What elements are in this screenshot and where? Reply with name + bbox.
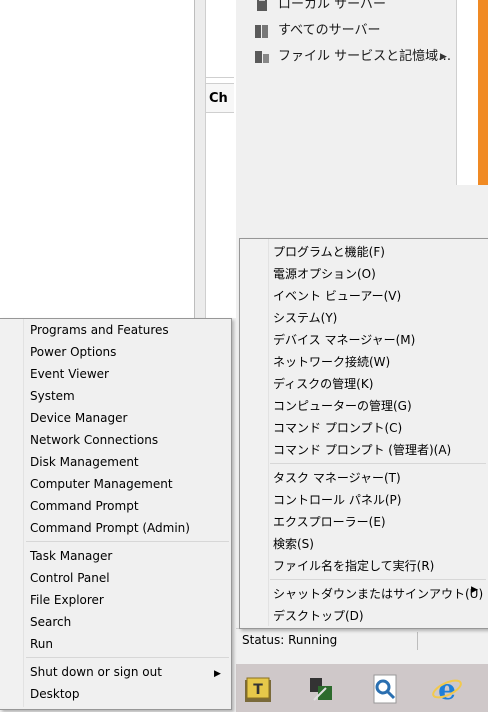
en-submenu-arrow-icon: ▶	[214, 669, 221, 679]
jp_menu-item[interactable]: コマンド プロンプト(C)	[273, 417, 402, 439]
en_menu-item[interactable]: Programs and Features	[30, 319, 169, 341]
jp_menu-item[interactable]: 電源オプション(O)	[273, 263, 376, 285]
en-menu-gutter	[0, 319, 24, 707]
en_menu-item[interactable]: Device Manager	[30, 407, 127, 429]
jp_menu-separator	[270, 579, 486, 580]
en_menu-item[interactable]: Network Connections	[30, 429, 158, 451]
jp_menu-item[interactable]: デスクトップ(D)	[273, 605, 364, 627]
status-divider	[417, 632, 418, 650]
details-pane	[205, 0, 236, 318]
column-header[interactable]: Ch	[206, 83, 234, 113]
en_menu-item[interactable]: Power Options	[30, 341, 116, 363]
jp_menu-item[interactable]: ファイル名を指定して実行(R)	[273, 555, 434, 577]
en_menu-item[interactable]: Search	[30, 611, 71, 633]
server-icon	[257, 0, 267, 11]
en_menu-item[interactable]: Task Manager	[30, 545, 112, 567]
nav-item-file-services[interactable]: ファイル サービスと記憶域…	[278, 46, 451, 68]
jp_menu-item[interactable]: コントロール パネル(P)	[273, 489, 401, 511]
internet-explorer-icon[interactable]: e	[430, 672, 464, 706]
jp_menu-item[interactable]: シャットダウンまたはサインアウト(U)	[273, 583, 483, 605]
en_menu-item[interactable]: Disk Management	[30, 451, 139, 473]
submenu-arrow-icon: ▶	[440, 52, 447, 62]
search-magnifier-icon[interactable]	[368, 672, 402, 706]
status-text: Status: Running	[242, 633, 338, 647]
en_menu-item[interactable]: Desktop	[30, 683, 80, 705]
jp_menu-item[interactable]: イベント ビューアー(V)	[273, 285, 401, 307]
en_menu-item[interactable]: Event Viewer	[30, 363, 109, 385]
jp_menu-item[interactable]: システム(Y)	[273, 307, 337, 329]
jp-menu-gutter	[240, 239, 269, 626]
pane-divider[interactable]	[195, 0, 205, 318]
en_menu-item[interactable]: Run	[30, 633, 53, 655]
en_menu-item[interactable]: Control Panel	[30, 567, 110, 589]
jp_menu-item[interactable]: 検索(S)	[273, 533, 314, 555]
notepad-icon[interactable]: T	[241, 672, 275, 706]
file-services-icon	[255, 51, 269, 63]
en_menu-item[interactable]: System	[30, 385, 75, 407]
accent-band	[478, 0, 488, 185]
servers-icon	[255, 25, 268, 38]
jp_menu-item[interactable]: コンピューターの管理(G)	[273, 395, 412, 417]
en_menu-item[interactable]: Command Prompt	[30, 495, 139, 517]
en_menu-item[interactable]: File Explorer	[30, 589, 104, 611]
jp_menu-item[interactable]: ディスクの管理(K)	[273, 373, 373, 395]
left-pane	[0, 0, 195, 318]
jp_menu-separator	[270, 463, 486, 464]
jp_menu-item[interactable]: デバイス マネージャー(M)	[273, 329, 415, 351]
en_menu-separator	[26, 657, 229, 658]
en_menu-item[interactable]: Command Prompt (Admin)	[30, 517, 190, 539]
jp_menu-item[interactable]: ネットワーク接続(W)	[273, 351, 390, 373]
en_menu-item[interactable]: Shut down or sign out	[30, 661, 162, 683]
en_menu-separator	[26, 541, 229, 542]
jp_menu-item[interactable]: エクスプローラー(E)	[273, 511, 386, 533]
en_menu-item[interactable]: Computer Management	[30, 473, 173, 495]
nav-item-local-server[interactable]: ローカル サーバー	[278, 0, 386, 16]
network-transfer-icon[interactable]	[304, 672, 338, 706]
pane-rule	[206, 77, 234, 78]
jp-submenu-arrow-icon: ▶	[471, 585, 478, 595]
jp_menu-item[interactable]: タスク マネージャー(T)	[273, 467, 401, 489]
jp_menu-item[interactable]: プログラムと機能(F)	[273, 241, 385, 263]
jp_menu-item[interactable]: コマンド プロンプト (管理者)(A)	[273, 439, 451, 461]
svg-text:e: e	[438, 673, 456, 706]
svg-text:T: T	[253, 682, 263, 698]
nav-item-all-servers[interactable]: すべてのサーバー	[278, 20, 380, 42]
